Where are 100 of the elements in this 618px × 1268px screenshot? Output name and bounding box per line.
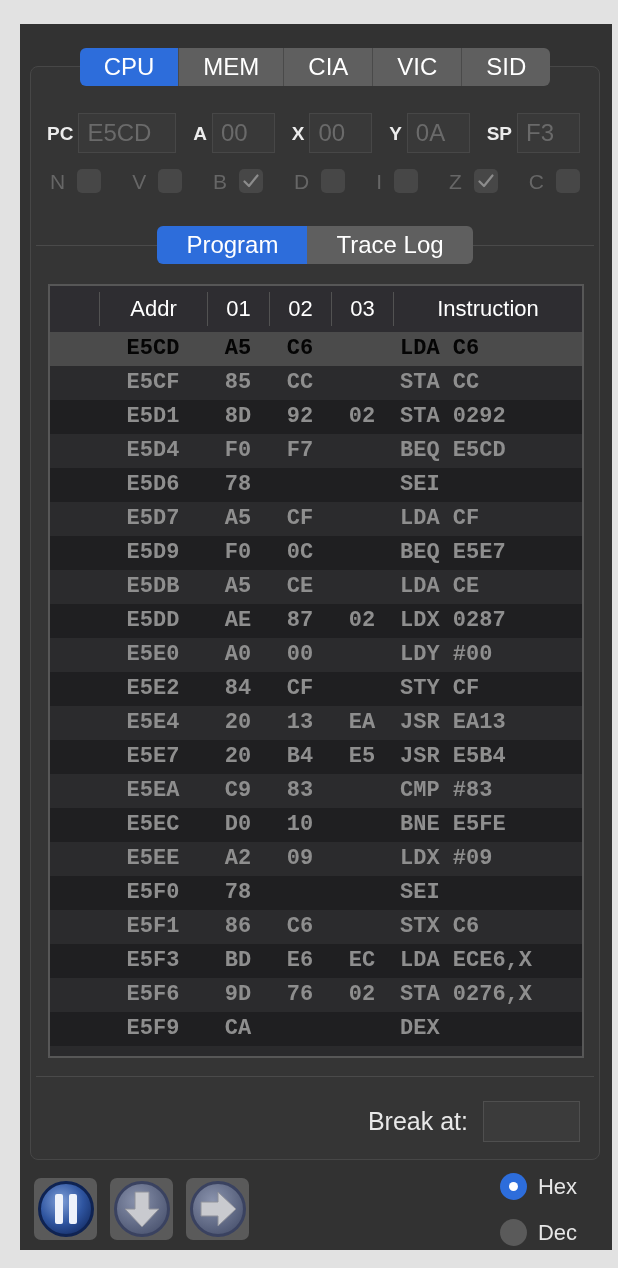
table-cell: 8D [224,406,252,428]
table-cell: JSR E5B4 [400,746,506,768]
table-cell: BEQ E5CD [400,440,506,462]
column-header[interactable]: 03 [331,292,393,326]
register-label: Y [389,123,402,143]
table-cell: 20 [224,712,252,734]
check-icon [477,174,494,188]
table-cell: SEI [400,882,440,904]
table-row[interactable]: E5DD AE 87 02 LDX 0287 [50,604,582,638]
table-cell: E5E4 [126,712,180,734]
table-cell: 92 [286,406,314,428]
column-header[interactable]: Instruction [393,292,582,326]
table-cell: 87 [286,610,314,632]
table-cell: E5D1 [126,406,180,428]
column-header[interactable]: Addr [99,292,207,326]
table-cell: D0 [224,814,252,836]
table-cell: SEI [400,474,440,496]
table-cell: 00 [286,644,314,666]
table-cell: STA 0276,X [400,984,533,1006]
table-cell: A5 [224,508,252,530]
table-cell: E5D9 [126,542,180,564]
table-cell: E5D6 [126,474,180,496]
view-tab[interactable]: Trace Log [307,226,473,264]
table-cell: LDA C6 [400,338,480,360]
break-at-label: Break at: [367,1109,468,1134]
table-cell: F0 [224,542,252,564]
table-cell: C9 [224,780,252,802]
table-cell: 02 [348,610,376,632]
table-cell: 02 [348,406,376,428]
table-cell: BEQ E5E7 [400,542,506,564]
table-row[interactable]: E5E7 20 B4 E5 JSR E5B4 [50,740,582,774]
pause-button[interactable] [34,1178,97,1240]
table-row[interactable]: E5D9 F0 0C BEQ E5E7 [50,536,582,570]
table-cell: DEX [400,1018,440,1040]
table-row[interactable]: E5D1 8D 92 02 STA 0292 [50,400,582,434]
table-cell: AE [224,610,252,632]
table-cell: E5E7 [126,746,180,768]
table-cell: STA 0292 [400,406,506,428]
table-cell: 09 [286,848,314,870]
check-icon [243,174,260,188]
tab[interactable]: MEM [178,48,284,86]
table-cell: CE [286,576,314,598]
table-cell: E5EA [126,780,180,802]
table-cell: 0C [286,542,314,564]
table-cell: LDA CF [400,508,480,530]
table-cell: BD [224,950,252,972]
table-cell: EC [348,950,376,972]
table-cell: A2 [224,848,252,870]
forward-button[interactable] [186,1178,249,1240]
table-row[interactable]: E5D6 78 SEI [50,468,582,502]
table-cell: 78 [224,474,252,496]
radio-label: Dec [537,1221,577,1244]
radio-button[interactable] [499,1173,527,1200]
table-cell: E6 [286,950,314,972]
table-cell: E5F9 [126,1018,180,1040]
table-cell: EA [348,712,376,734]
table-cell: JSR EA13 [400,712,506,734]
tab[interactable]: CPU [79,48,179,86]
table-cell: 20 [224,746,252,768]
radio-button[interactable] [499,1219,527,1246]
table-cell: 78 [224,882,252,904]
table-cell: 86 [224,916,252,938]
pause-icon [37,1181,94,1237]
table-cell: STA CC [400,372,480,394]
tab[interactable]: SID [461,48,551,86]
table-row[interactable]: E5EC D0 10 BNE E5FE [50,808,582,842]
tab[interactable]: VIC [372,48,462,86]
table-cell: LDX #09 [400,848,493,870]
table-cell: A5 [224,338,252,360]
table-cell: 13 [286,712,314,734]
table-cell: 02 [348,984,376,1006]
table-cell: A5 [224,576,252,598]
table-row[interactable]: E5F0 78 SEI [50,876,582,910]
table-row[interactable]: E5E2 84 CF STY CF [50,672,582,706]
register-label: X [291,123,305,143]
tab[interactable]: CIA [283,48,373,86]
table-cell: A0 [224,644,252,666]
table-cell: E5D7 [126,508,180,530]
table-cell: LDY #00 [400,644,493,666]
table-cell: STY CF [400,678,480,700]
step-down-button[interactable] [110,1178,173,1240]
table-row[interactable]: E5F3 BD E6 EC LDA ECE6,X [50,944,582,978]
table-cell: CA [224,1018,252,1040]
table-cell: LDA ECE6,X [400,950,533,972]
table-cell: E5EE [126,848,180,870]
view-tab[interactable]: Program [157,226,308,264]
table-cell: CF [286,508,314,530]
table-cell: 76 [286,984,314,1006]
table-cell: BNE E5FE [400,814,506,836]
table-row[interactable]: E5F9 CA DEX [50,1012,582,1046]
break-at-field[interactable] [483,1101,580,1142]
table-cell: F0 [224,440,252,462]
column-header[interactable]: 02 [269,292,331,326]
table-cell: E5F6 [126,984,180,1006]
table-cell: 85 [224,372,252,394]
register-label: SP [486,123,512,143]
table-cell: E5F1 [126,916,180,938]
column-header[interactable]: 01 [207,292,269,326]
table-cell: CMP #83 [400,780,493,802]
table-cell: F7 [286,440,314,462]
